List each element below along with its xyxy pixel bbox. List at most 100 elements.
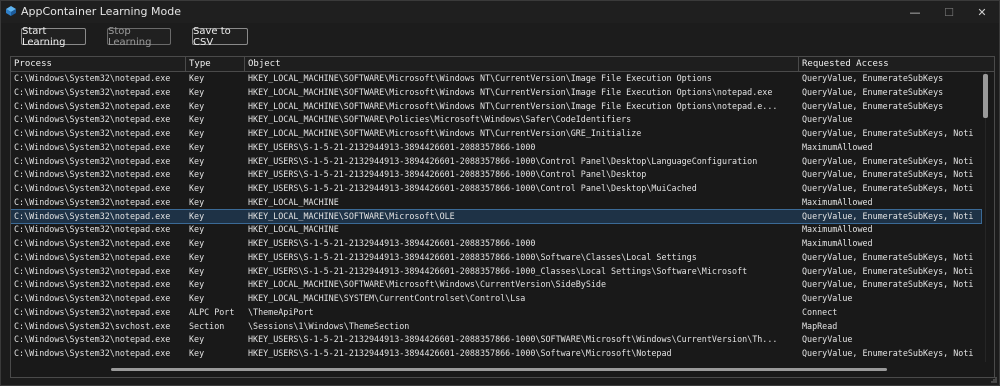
requested-access-cell: QueryValue, EnumerateSubKeys, Noti <box>802 128 974 138</box>
column-header-object[interactable]: Object <box>245 57 799 71</box>
close-button[interactable]: ✕ <box>965 1 999 23</box>
minimize-button[interactable]: — <box>898 1 932 23</box>
requested-access-cell: QueryValue, EnumerateSubKeys <box>802 100 944 111</box>
table-row[interactable]: C:\Windows\System32\notepad.exe Key HKEY_L… <box>11 223 981 237</box>
start-learning-button[interactable]: Start Learning <box>21 26 86 48</box>
process-cell: C:\Windows\System32\notepad.exe <box>14 141 171 152</box>
requested-access-cell: MaximumAllowed <box>802 196 873 207</box>
app-window-icon <box>6 6 16 16</box>
type-cell: Key <box>189 251 205 262</box>
process-cell: C:\Windows\System32\notepad.exe <box>14 196 171 207</box>
process-cell: C:\Windows\System32\notepad.exe <box>14 169 171 180</box>
table-row[interactable]: C:\Windows\System32\notepad.exe Key HKEY_U… <box>11 347 981 361</box>
vertical-scrollbar[interactable] <box>982 72 990 362</box>
process-cell: C:\Windows\System32\notepad.exe <box>14 334 171 345</box>
type-cell: Key <box>189 141 205 152</box>
object-cell: HKEY_LOCAL_MACHINE <box>248 224 339 235</box>
maximize-button[interactable]: ☐ <box>932 1 966 23</box>
requested-access-cell: QueryValue, EnumerateSubKeys, Noti <box>802 169 974 180</box>
table-row[interactable]: C:\Windows\System32\notepad.exe Key HKEY_L… <box>11 113 981 127</box>
process-cell: C:\Windows\System32\notepad.exe <box>14 224 171 235</box>
save-to-csv-button[interactable]: Save to CSV <box>192 26 248 48</box>
object-cell: HKEY_USERS\S-1-5-21-2132944913-389442660… <box>248 238 536 248</box>
maximize-icon: ☐ <box>944 5 954 19</box>
grid-rows: C:\Windows\System32\notepad.exe Key HKEY_L… <box>11 72 982 361</box>
process-cell: C:\Windows\System32\notepad.exe <box>14 306 171 317</box>
object-cell: HKEY_USERS\S-1-5-21-2132944913-389442660… <box>248 265 748 276</box>
table-row[interactable]: C:\Windows\System32\notepad.exe Key HKEY_L… <box>11 292 981 306</box>
object-cell: HKEY_LOCAL_MACHINE\SOFTWARE\Policies\Mic… <box>248 114 632 125</box>
type-cell: Key <box>189 128 205 138</box>
app-window: AppContainer Learning Mode — ☐ ✕ Start L… <box>0 0 1000 386</box>
access-grid[interactable]: Process Type Object Requested Access C:\… <box>10 56 995 378</box>
object-cell: HKEY_USERS\S-1-5-21-2132944913-389442660… <box>248 141 536 152</box>
table-row[interactable]: C:\Windows\System32\notepad.exe Key HKEY_L… <box>11 208 982 225</box>
type-cell: Key <box>189 196 205 207</box>
table-row[interactable]: C:\Windows\System32\notepad.exe Key HKEY_L… <box>11 278 981 292</box>
process-cell: C:\Windows\System32\notepad.exe <box>14 265 171 276</box>
type-cell: Key <box>189 155 205 166</box>
type-cell: Key <box>189 169 205 180</box>
requested-access-cell: MaximumAllowed <box>802 224 873 235</box>
requested-access-cell: QueryValue, EnumerateSubKeys, Noti <box>802 279 974 290</box>
table-row[interactable]: C:\Windows\System32\svchost.exe Section \S… <box>11 320 981 334</box>
object-cell: HKEY_USERS\S-1-5-21-2132944913-389442660… <box>248 348 672 358</box>
vertical-scroll-thumb[interactable] <box>983 74 988 118</box>
object-cell: HKEY_USERS\S-1-5-21-2132944913-389442660… <box>248 155 758 166</box>
requested-access-cell: QueryValue <box>802 293 853 303</box>
requested-access-cell: MaximumAllowed <box>802 141 873 152</box>
table-row[interactable]: C:\Windows\System32\notepad.exe Key HKEY_U… <box>11 265 981 279</box>
requested-access-cell: QueryValue, EnumerateSubKeys, Noti <box>802 348 974 358</box>
type-cell: ALPC Port <box>189 306 235 317</box>
type-cell: Key <box>189 279 205 290</box>
column-header-type[interactable]: Type <box>186 57 245 71</box>
process-cell: C:\Windows\System32\notepad.exe <box>14 114 171 125</box>
object-cell: HKEY_LOCAL_MACHINE\SOFTWARE\Microsoft\Wi… <box>248 100 778 111</box>
table-row[interactable]: C:\Windows\System32\notepad.exe Key HKEY_U… <box>11 237 981 251</box>
table-row[interactable]: C:\Windows\System32\notepad.exe Key HKEY_U… <box>11 333 981 347</box>
horizontal-scrollbar[interactable] <box>11 364 981 374</box>
table-row[interactable]: C:\Windows\System32\notepad.exe Key HKEY_L… <box>11 100 981 114</box>
table-row[interactable]: C:\Windows\System32\notepad.exe Key HKEY_U… <box>11 141 981 155</box>
requested-access-cell: QueryValue, EnumerateSubKeys, Noti <box>802 251 974 262</box>
process-cell: C:\Windows\System32\notepad.exe <box>14 348 171 358</box>
table-row[interactable]: C:\Windows\System32\notepad.exe ALPC Port… <box>11 306 981 320</box>
resize-grip-icon[interactable] <box>989 375 997 383</box>
object-cell: HKEY_USERS\S-1-5-21-2132944913-389442660… <box>248 183 697 193</box>
type-cell: Key <box>189 100 205 111</box>
type-cell: Key <box>189 210 205 221</box>
object-cell: HKEY_USERS\S-1-5-21-2132944913-389442660… <box>248 251 697 262</box>
object-cell: HKEY_LOCAL_MACHINE <box>248 196 339 207</box>
requested-access-cell: MaximumAllowed <box>802 238 873 248</box>
process-cell: C:\Windows\System32\notepad.exe <box>14 293 171 303</box>
object-cell: HKEY_LOCAL_MACHINE\SOFTWARE\Microsoft\Wi… <box>248 128 642 138</box>
requested-access-cell: QueryValue <box>802 334 853 345</box>
object-cell: HKEY_LOCAL_MACHINE\SOFTWARE\Microsoft\Wi… <box>248 86 773 97</box>
requested-access-cell: QueryValue <box>802 114 853 125</box>
table-row[interactable]: C:\Windows\System32\notepad.exe Key HKEY_U… <box>11 155 981 169</box>
type-cell: Key <box>189 114 205 125</box>
requested-access-cell: MapRead <box>802 320 838 331</box>
object-cell: \Sessions\1\Windows\ThemeSection <box>248 320 410 331</box>
table-row[interactable]: C:\Windows\System32\notepad.exe Key HKEY_U… <box>11 168 981 182</box>
minimize-icon: — <box>909 5 921 19</box>
table-row[interactable]: C:\Windows\System32\notepad.exe Key HKEY_L… <box>11 72 981 86</box>
type-cell: Key <box>189 73 205 83</box>
stop-learning-button[interactable]: Stop Learning <box>107 26 171 48</box>
requested-access-cell: QueryValue, EnumerateSubKeys <box>802 86 944 97</box>
table-row[interactable]: C:\Windows\System32\notepad.exe Key HKEY_L… <box>11 196 981 210</box>
table-row[interactable]: C:\Windows\System32\notepad.exe Key HKEY_U… <box>11 182 981 196</box>
object-cell: HKEY_LOCAL_MACHINE\SOFTWARE\Microsoft\Wi… <box>248 73 712 83</box>
table-row[interactable]: C:\Windows\System32\notepad.exe Key HKEY_U… <box>11 251 981 265</box>
type-cell: Key <box>189 86 205 97</box>
table-row[interactable]: C:\Windows\System32\notepad.exe Key HKEY_L… <box>11 127 981 141</box>
window-title: AppContainer Learning Mode <box>21 5 181 18</box>
table-row[interactable]: C:\Windows\System32\notepad.exe Key HKEY_L… <box>11 86 981 100</box>
column-header-requested-access[interactable]: Requested Access <box>799 57 981 71</box>
requested-access-cell: QueryValue, EnumerateSubKeys, Noti <box>802 155 974 166</box>
title-bar[interactable]: AppContainer Learning Mode — ☐ ✕ <box>1 1 999 23</box>
horizontal-scroll-thumb[interactable] <box>111 368 887 371</box>
type-cell: Key <box>189 238 205 248</box>
column-header-process[interactable]: Process <box>11 57 186 71</box>
requested-access-cell: Connect <box>802 306 838 317</box>
